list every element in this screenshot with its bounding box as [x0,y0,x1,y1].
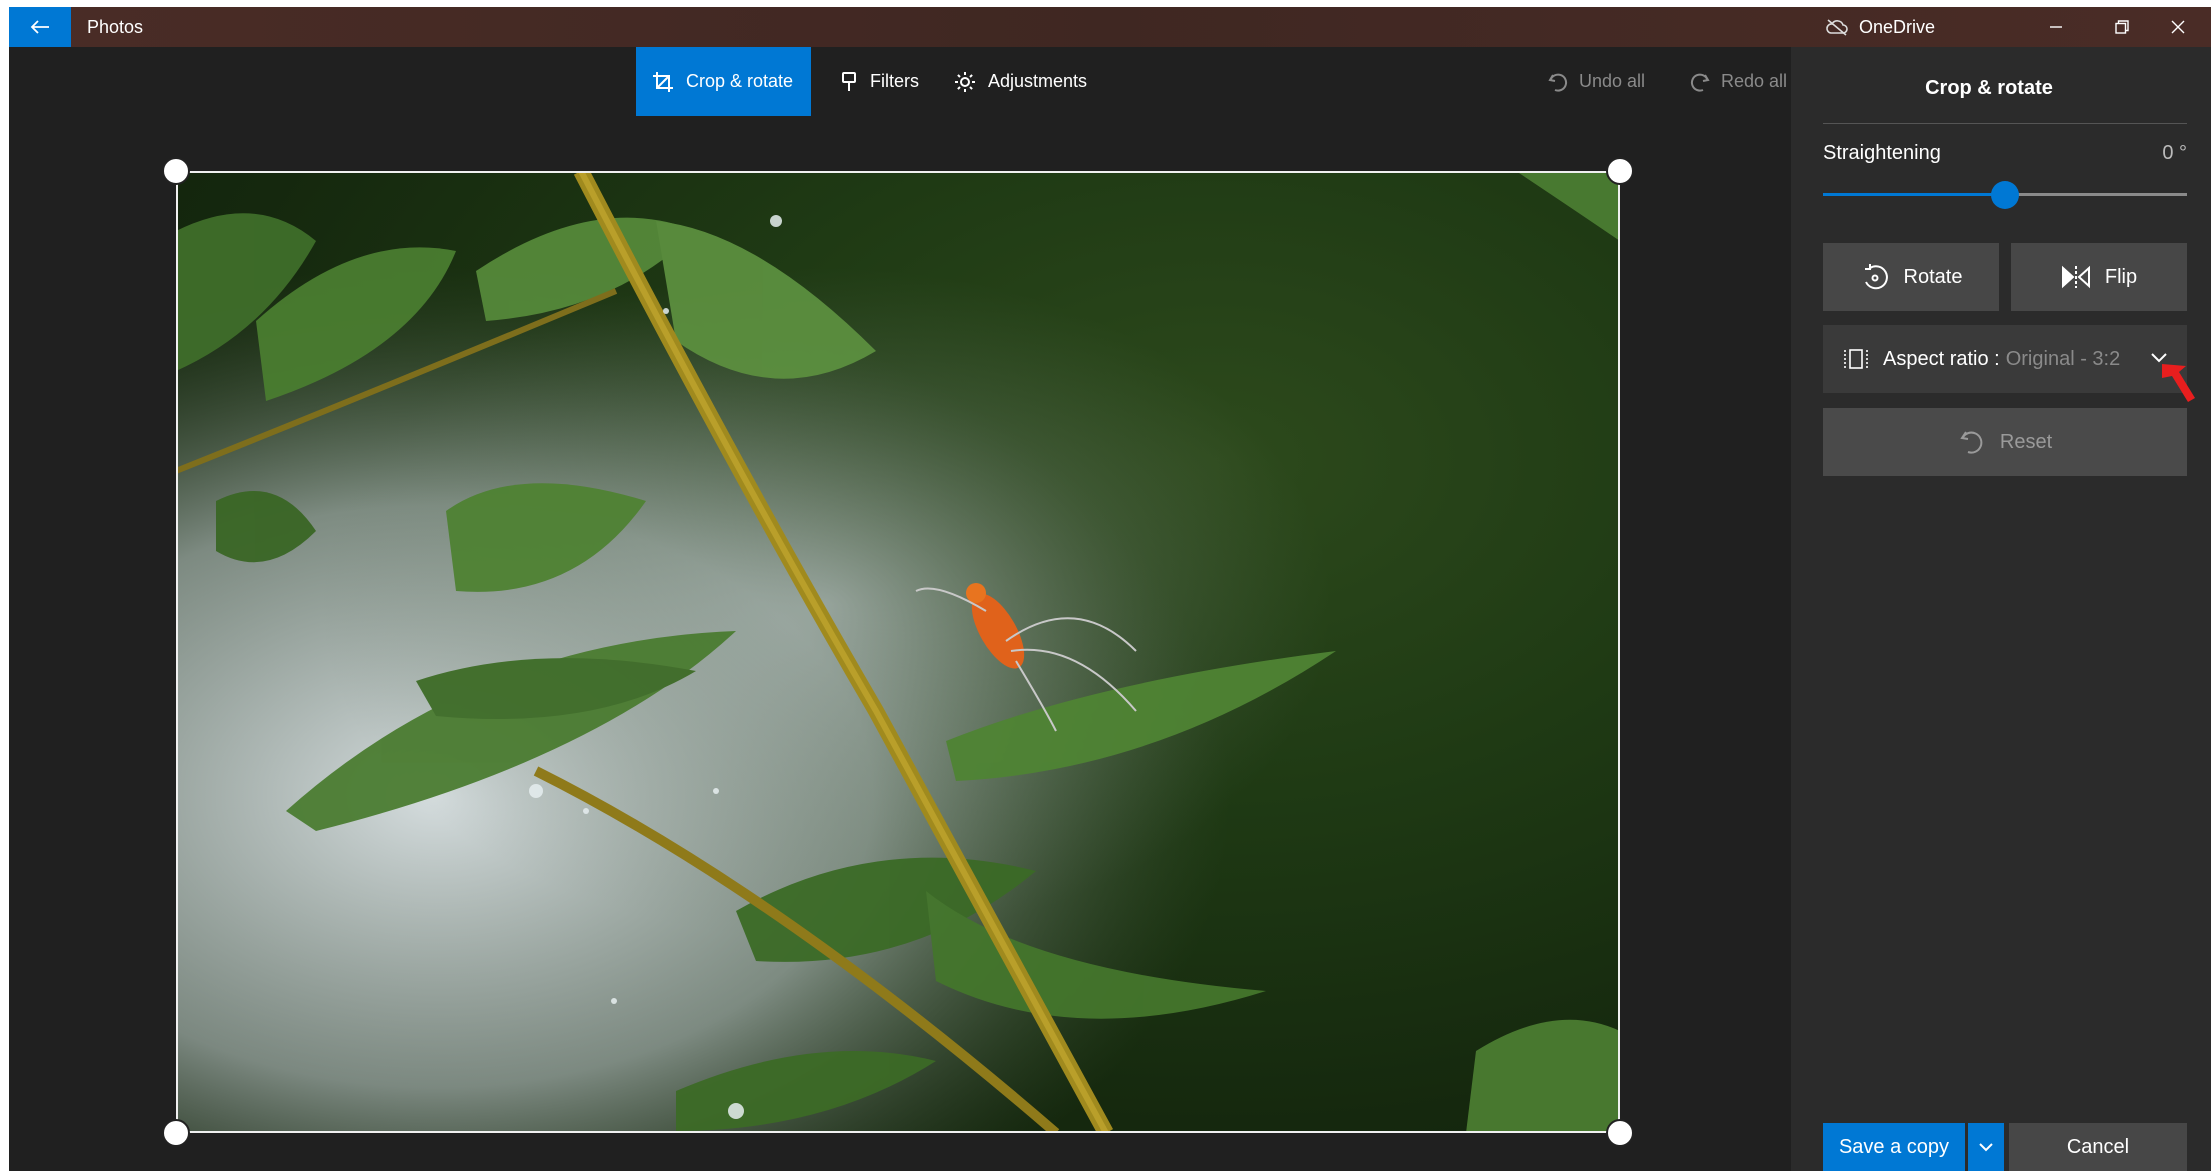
close-icon [2171,20,2185,34]
minimize-button[interactable] [2023,7,2089,47]
tab-label: Crop & rotate [686,71,794,91]
chevron-down-icon [1979,1143,1993,1152]
crop-handle-bottom-left[interactable] [162,1119,190,1147]
crop-rotate-panel: Crop & rotate Straightening 0 ° Rotate F… [1791,47,2211,1171]
save-options-button[interactable] [1968,1123,2004,1171]
rotate-label: Rotate [1903,265,1963,288]
back-button[interactable] [9,7,71,47]
aspect-ratio-label: Aspect ratio : [1883,347,2000,370]
tab-label: Adjustments [988,71,1088,91]
editing-toolbar: Crop & rotate Filters Adjustments Undo a… [9,47,1791,123]
tab-filters[interactable]: Filters [824,47,935,116]
flip-label: Flip [2104,265,2138,288]
close-button[interactable] [2145,7,2211,47]
tab-label: Filters [870,71,919,91]
redo-all-label: Redo all [1721,71,1788,91]
crop-frame[interactable] [176,171,1620,1133]
tab-crop-rotate[interactable]: Crop & rotate [636,47,811,116]
onedrive-button[interactable]: OneDrive [1825,7,1935,47]
aspect-ratio-value: Original - 3:2 [2005,347,2121,370]
crop-handle-bottom-right[interactable] [1606,1119,1634,1147]
sun-icon [955,71,975,92]
aspect-ratio-icon [1844,349,1868,369]
straightening-label: Straightening [1823,142,1941,164]
rotate-icon [1864,264,1888,290]
panel-title: Crop & rotate [1925,77,2053,99]
image-canvas [9,123,1791,1171]
undo-icon [1548,73,1568,92]
aspect-ratio-dropdown[interactable]: Aspect ratio : Original - 3:2 [1823,325,2187,393]
photos-app-window: Photos OneDrive Crop & rotate Filters Ad… [9,7,2211,1171]
undo-all-button[interactable]: Undo all [1547,47,1645,116]
straightening-slider-thumb[interactable] [1991,181,2019,209]
brush-icon [842,71,856,91]
reset-button[interactable]: Reset [1823,408,2187,476]
cancel-button[interactable]: Cancel [2009,1123,2187,1171]
redo-icon [1690,73,1710,92]
redo-all-button[interactable]: Redo all [1689,47,1787,116]
crop-handle-top-right[interactable] [1606,157,1634,185]
minimize-icon [2050,26,2062,28]
app-title: Photos [87,17,144,37]
save-a-copy-button[interactable]: Save a copy [1823,1123,1965,1171]
title-bar: Photos OneDrive [9,7,2211,47]
straightening-value: 0 ° [2162,142,2187,164]
save-label: Save a copy [1838,1135,1950,1158]
onedrive-label: OneDrive [1859,16,1936,37]
straightening-slider-fill [1823,193,2005,196]
undo-all-label: Undo all [1579,71,1646,91]
crop-icon [653,71,673,92]
cancel-label: Cancel [2066,1135,2130,1158]
flip-button[interactable]: Flip [2011,243,2187,311]
tab-adjustments[interactable]: Adjustments [938,47,1103,116]
crop-handle-top-left[interactable] [162,157,190,185]
reset-label: Reset [1999,430,2053,453]
cloud-off-icon [1826,19,1848,36]
annotation-arrow-icon [2162,364,2195,402]
back-arrow-icon [30,20,49,34]
flip-icon [2061,265,2090,289]
undo-icon [1960,431,1983,454]
rotate-button[interactable]: Rotate [1823,243,1999,311]
divider [1823,123,2187,124]
restore-icon [2115,20,2129,34]
